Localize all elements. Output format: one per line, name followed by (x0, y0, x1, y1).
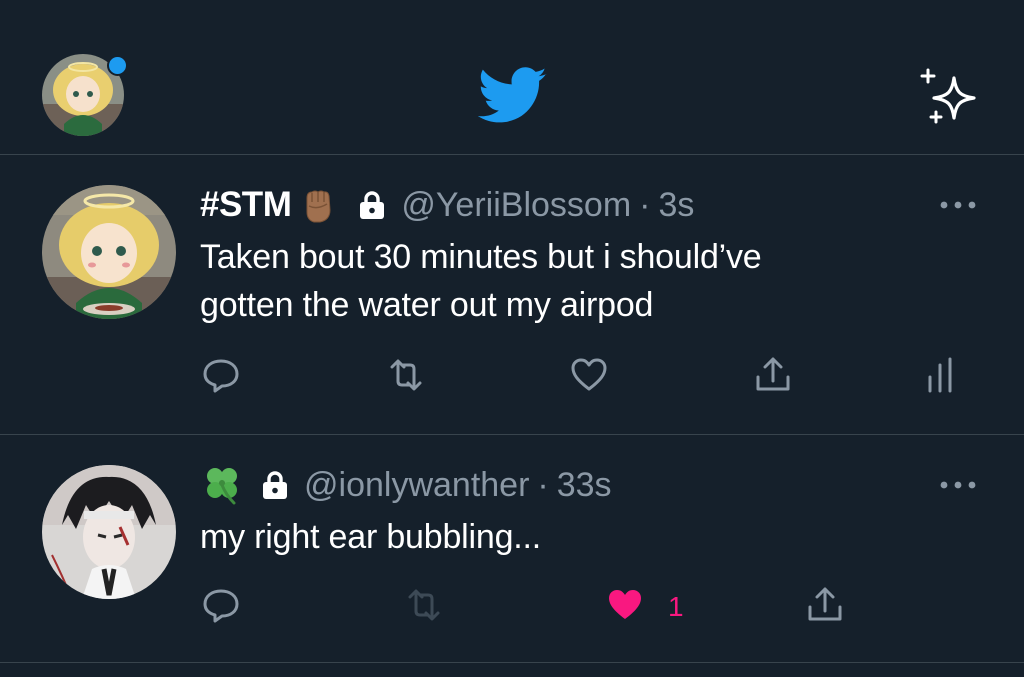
lock-icon (263, 471, 287, 499)
tweet-text: Taken bout 30 minutes but i should’ve go… (200, 233, 960, 329)
four-leaf-clover-emoji (207, 468, 237, 505)
lock-icon (360, 191, 385, 219)
handle[interactable]: @YeriiBlossom (401, 186, 631, 225)
separator-dot: · (639, 185, 651, 224)
tweet-text-line: Taken bout 30 minutes but i should’ve (200, 238, 762, 276)
timestamp[interactable]: 3s (658, 186, 694, 225)
more-options-icon[interactable] (938, 199, 978, 211)
tweet-header: @ionlywanther · 33s (200, 463, 612, 507)
tweet[interactable]: #STM @YeriiBlossom · 3s Taken bout 30 mi… (0, 155, 1024, 435)
top-bar (0, 0, 1024, 155)
share-icon[interactable] (751, 353, 795, 397)
reply-icon[interactable] (199, 353, 243, 397)
raised-fist-emoji (306, 190, 331, 223)
retweet-icon[interactable] (384, 353, 428, 397)
tweet[interactable]: @ionlywanther · 33s my right ear bubblin… (0, 435, 1024, 663)
share-icon[interactable] (803, 583, 847, 627)
tweet-header: #STM @YeriiBlossom · 3s (200, 183, 694, 227)
notification-dot (107, 55, 128, 76)
like-icon[interactable] (567, 353, 611, 397)
display-name[interactable]: #STM (200, 185, 292, 225)
like-count: 1 (668, 591, 684, 622)
tweet-text-line: gotten the water out my airpod (200, 286, 654, 324)
avatar[interactable] (42, 465, 176, 599)
sparkle-icon[interactable] (918, 68, 982, 126)
tweet-text-line: my right ear bubbling... (200, 518, 542, 556)
more-options-icon[interactable] (938, 479, 978, 491)
reply-icon[interactable] (199, 583, 243, 627)
avatar[interactable] (42, 185, 176, 319)
timestamp[interactable]: 33s (557, 466, 612, 505)
separator-dot: · (537, 465, 549, 504)
retweet-icon (408, 589, 440, 621)
twitter-bird-icon[interactable] (478, 67, 548, 125)
like-icon[interactable] (603, 583, 647, 627)
analytics-icon[interactable] (918, 353, 962, 397)
tweet-text: my right ear bubbling... (200, 513, 960, 561)
handle[interactable]: @ionlywanther (304, 466, 529, 505)
